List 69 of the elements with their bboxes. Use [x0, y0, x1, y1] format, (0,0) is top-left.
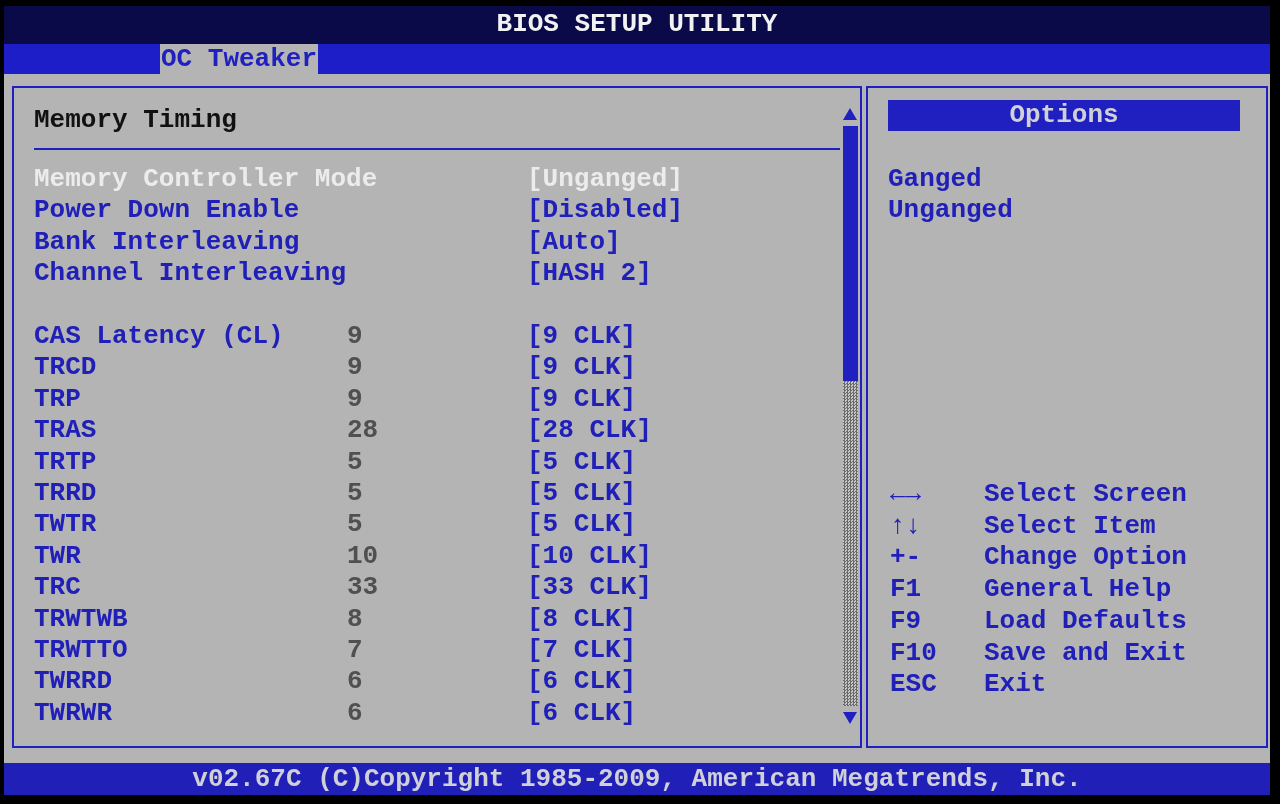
setting-value[interactable]: [9 CLK] [527, 383, 637, 416]
scrollbar-track[interactable] [842, 126, 858, 706]
setting-label[interactable]: TRRD [34, 478, 97, 510]
tab[interactable]: OC Tweaker [160, 44, 319, 74]
up-arrow-icon[interactable] [843, 108, 857, 120]
key-label: ESC [889, 669, 938, 701]
current-value: 6 [347, 666, 363, 698]
current-value: 7 [347, 635, 363, 667]
setting-value[interactable]: [28 CLK] [527, 415, 652, 447]
key-action: Exit [984, 669, 1047, 701]
key-label: +- [889, 542, 923, 575]
current-value: 10 [347, 540, 379, 573]
scrollbar-thumb[interactable] [842, 126, 858, 382]
setting-value[interactable]: [10 CLK] [527, 540, 652, 573]
setting-value[interactable]: [9 CLK] [527, 352, 637, 384]
setting-label[interactable]: Bank Interleaving [34, 226, 300, 259]
current-value: 9 [347, 383, 363, 416]
options-title: Options [888, 100, 1240, 131]
status-bar: v02.67C (C)Copyright 1985-2009, American Megatrends, Inc. [4, 763, 1270, 795]
setting-label[interactable]: TWRRD [34, 666, 112, 698]
setting-label[interactable]: TRWTTO [34, 635, 128, 667]
current-value: 5 [347, 478, 363, 510]
key-action: General Help [984, 574, 1172, 606]
current-value: 5 [347, 509, 363, 541]
section-title: Memory Timing [34, 104, 238, 136]
setting-value[interactable]: [8 CLK] [527, 603, 637, 636]
current-value: 6 [347, 697, 363, 730]
setting-value[interactable]: [7 CLK] [527, 635, 637, 667]
option-item: Ganged [888, 164, 983, 196]
setting-value[interactable]: [6 CLK] [527, 697, 637, 730]
setting-label[interactable]: TRC [34, 572, 81, 604]
key-action: Select Item [984, 510, 1156, 543]
setting-label[interactable]: TWRWR [34, 697, 112, 730]
current-value: 5 [347, 446, 363, 479]
setting-label[interactable]: TWR [34, 540, 81, 573]
key-label: ↑↓ [889, 510, 923, 543]
setting-value[interactable]: [33 CLK] [527, 572, 652, 604]
setting-value[interactable]: [Disabled] [527, 195, 684, 227]
option-item: Unganged [888, 195, 1014, 227]
setting-value[interactable]: [5 CLK] [527, 509, 637, 541]
setting-label[interactable]: CAS Latency (CL) [34, 321, 284, 353]
setting-value[interactable]: [6 CLK] [527, 666, 637, 698]
current-value: 33 [347, 572, 379, 604]
down-arrow-icon[interactable] [843, 712, 857, 724]
current-value: 9 [347, 352, 363, 384]
key-label: ←→ [889, 479, 923, 511]
current-value: 28 [347, 415, 379, 447]
key-label: F10 [889, 637, 938, 670]
current-value: 8 [347, 603, 363, 636]
setting-value[interactable]: [5 CLK] [527, 478, 637, 510]
setting-value[interactable]: [5 CLK] [527, 446, 637, 479]
key-label: F9 [889, 605, 923, 638]
setting-value[interactable]: [Auto] [527, 226, 621, 259]
current-value: 9 [347, 321, 363, 353]
key-action: Change Option [984, 542, 1187, 575]
key-action: Save and Exit [984, 637, 1187, 670]
setting-label[interactable]: Power Down Enable [34, 195, 300, 227]
setting-value[interactable]: [9 CLK] [527, 321, 637, 353]
setting-label[interactable]: TRTP [34, 446, 97, 479]
setting-label[interactable]: TRCD [34, 352, 97, 384]
setting-label[interactable]: TRWTWB [34, 603, 128, 636]
setting-label[interactable]: TRP [34, 383, 81, 416]
key-label: F1 [889, 574, 923, 606]
key-action: Load Defaults [984, 605, 1187, 638]
setting-label[interactable]: Channel Interleaving [34, 258, 347, 290]
setting-value[interactable]: [HASH 2] [527, 258, 652, 290]
setting-label[interactable]: TRAS [34, 415, 97, 447]
setting-label[interactable]: TWTR [34, 509, 97, 541]
key-action: Select Screen [984, 479, 1187, 511]
